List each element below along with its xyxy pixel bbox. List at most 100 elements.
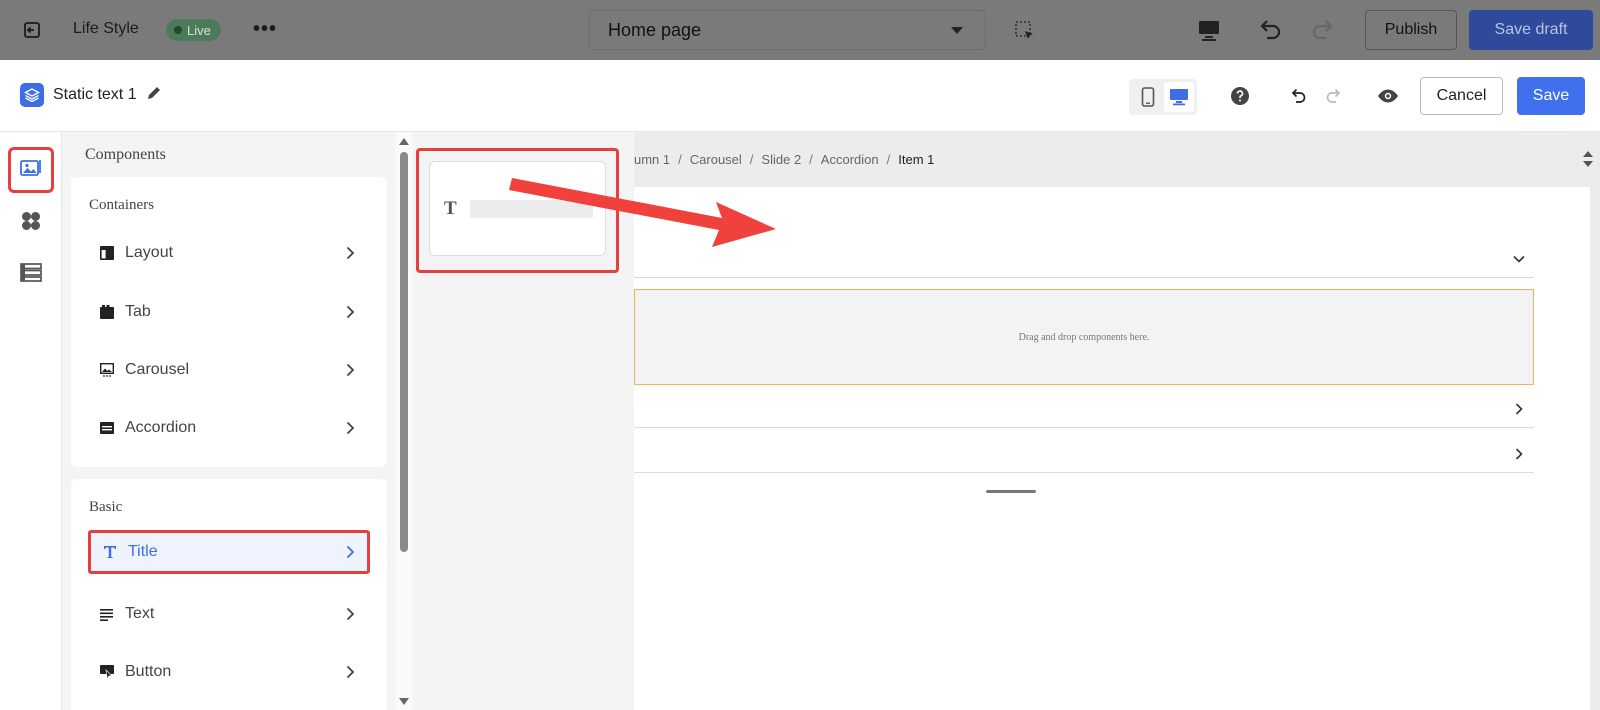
desktop-view-icon[interactable] (1163, 82, 1194, 112)
text-lines-icon (99, 606, 115, 622)
select-element-icon[interactable] (1014, 20, 1034, 40)
scroll-down-icon[interactable] (399, 698, 409, 705)
chevron-right-icon (346, 246, 355, 260)
chevron-right-icon[interactable] (1512, 402, 1526, 416)
status-dot-icon (174, 26, 182, 34)
chevron-right-icon[interactable] (1512, 447, 1526, 461)
layout-icon (99, 245, 115, 261)
editor-header: Static text 1 Cancel Save (0, 60, 1600, 132)
component-title: Static text 1 (20, 83, 162, 107)
panel-title: Components (85, 146, 166, 163)
status-badge: Live (166, 19, 221, 41)
breadcrumb-item[interactable]: umn 1 (634, 152, 670, 167)
component-item-layout[interactable]: Layout (88, 231, 370, 275)
component-item-label: Tab (125, 303, 151, 320)
accordion-divider (634, 472, 1534, 473)
preview-eye-icon[interactable] (1376, 84, 1400, 108)
breadcrumb-item[interactable]: Carousel (690, 152, 742, 167)
left-rail (0, 132, 62, 710)
component-item-title[interactable]: Title (88, 530, 370, 574)
chevron-right-icon (346, 421, 355, 435)
accordion-divider (634, 277, 1534, 278)
component-item-text[interactable]: Text (88, 592, 370, 636)
breadcrumb: umn 1 / Carousel / Slide 2 / Accordion / Item 1 (634, 152, 934, 167)
components-panel: Components Containers Layout Tab Carouse… (62, 132, 396, 710)
status-badge-label: Live (187, 22, 211, 38)
resize-handle[interactable] (986, 490, 1036, 493)
chevron-right-icon (346, 305, 355, 319)
accordion-icon (99, 420, 115, 436)
breadcrumb-item[interactable]: Accordion (821, 152, 879, 167)
mobile-view-icon[interactable] (1133, 82, 1163, 112)
components-image-icon (20, 158, 42, 183)
rail-layers-tab[interactable] (8, 251, 54, 297)
undo-icon[interactable] (1286, 84, 1310, 108)
layers-icon (20, 83, 44, 107)
breadcrumb-separator: / (678, 152, 682, 167)
save-button[interactable]: Save (1517, 77, 1585, 115)
page-selector[interactable]: Home page (589, 10, 986, 50)
component-item-tab[interactable]: Tab (88, 290, 370, 334)
component-item-label: Button (125, 663, 172, 680)
save-draft-button[interactable]: Save draft (1469, 10, 1593, 50)
component-item-label: Accordion (125, 419, 197, 436)
basic-card: Basic Title Text Button (71, 479, 387, 710)
apps-clover-icon (20, 210, 42, 237)
rail-components-tab[interactable] (8, 147, 54, 193)
breadcrumb-item[interactable]: Slide 2 (761, 152, 801, 167)
store-name: Life Style (73, 20, 139, 37)
edit-pencil-icon[interactable] (146, 85, 162, 106)
more-options-icon[interactable]: ••• (253, 18, 277, 41)
page-selector-value: Home page (608, 19, 702, 40)
tab-icon (99, 304, 115, 320)
button-icon (99, 664, 115, 680)
title-t-icon (102, 544, 118, 560)
component-item-accordion[interactable]: Accordion (88, 406, 370, 450)
panel-scrollbar[interactable] (396, 132, 412, 710)
page-stage: Drag and drop components here. (634, 187, 1590, 710)
chevron-right-icon (346, 607, 355, 621)
component-item-button[interactable]: Button (88, 650, 370, 694)
chevron-right-icon (346, 545, 355, 559)
editor-canvas: umn 1/Carousel / Slide 2/Accordion / Item 1 … (634, 132, 1600, 710)
publish-button[interactable]: Publish (1365, 10, 1457, 50)
component-item-label: Carousel (125, 361, 190, 378)
chevron-down-icon[interactable] (1512, 252, 1526, 266)
canvas-scroll-icon[interactable] (1582, 149, 1594, 169)
cancel-button[interactable]: Cancel (1420, 77, 1503, 115)
breadcrumb-current: Item 1 (898, 152, 935, 167)
component-name: Static text 1 (53, 86, 137, 103)
component-item-label: Title (128, 543, 158, 560)
undo-icon[interactable] (1256, 16, 1284, 44)
rail-apps-tab[interactable] (8, 200, 54, 246)
chevron-right-icon (346, 363, 355, 377)
dropzone[interactable]: Drag and drop components here. (634, 289, 1534, 385)
desktop-icon[interactable] (1195, 16, 1223, 44)
title-preview-card[interactable]: T (429, 161, 606, 256)
layers-list-icon (20, 262, 42, 287)
device-toggle (1129, 79, 1197, 115)
component-item-label: Layout (125, 244, 174, 261)
scroll-up-icon[interactable] (399, 138, 409, 145)
breadcrumb-separator: / (749, 152, 754, 167)
containers-title: Containers (89, 197, 154, 213)
breadcrumb-separator: / (886, 152, 891, 167)
chevron-right-icon (346, 665, 355, 679)
title-preview-highlight: T (416, 148, 619, 273)
accordion-divider (634, 427, 1534, 428)
component-item-carousel[interactable]: Carousel (88, 348, 370, 392)
help-icon[interactable] (1228, 84, 1252, 108)
redo-icon[interactable] (1309, 16, 1337, 44)
scrollbar-thumb[interactable] (400, 152, 408, 552)
title-preview-placeholder (470, 200, 593, 218)
carousel-icon (99, 362, 115, 378)
containers-card: Containers Layout Tab Carousel Accordion (71, 177, 387, 467)
breadcrumb-separator: / (809, 152, 813, 167)
chevron-down-icon (951, 27, 963, 34)
title-preview-glyph: T (444, 198, 457, 219)
top-bar: Life Style Live ••• Home page Publish Sa… (0, 0, 1600, 60)
redo-icon[interactable] (1322, 84, 1346, 108)
basic-title: Basic (89, 499, 123, 515)
exit-icon[interactable] (20, 18, 44, 42)
component-item-label: Text (125, 605, 155, 622)
